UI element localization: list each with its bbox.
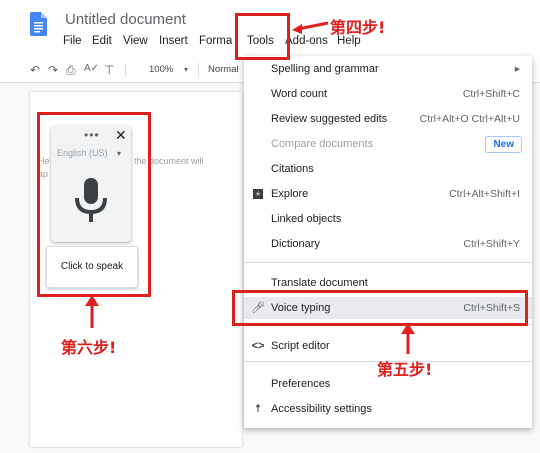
code-icon: <> <box>251 340 265 352</box>
menu-item-explore[interactable]: + Explore Ctrl+Alt+Shift+I <box>244 183 532 205</box>
menu-item-script-editor[interactable]: <> Script editor <box>244 335 532 357</box>
print-icon[interactable]: ⎙ <box>66 63 76 78</box>
explore-icon: + <box>251 183 265 205</box>
annotation-box-voice-typing <box>232 290 528 326</box>
menu-item-citations[interactable]: Citations <box>244 158 532 180</box>
annotation-arrow-icon <box>401 323 415 354</box>
annotation-box-tools <box>235 13 290 60</box>
menu-insert[interactable]: Insert <box>159 35 188 47</box>
annotation-step6: 第六步! <box>61 338 117 357</box>
spellcheck-icon[interactable]: A✓ <box>84 63 99 74</box>
annotation-box-voice-panel <box>37 112 151 297</box>
menu-format[interactable]: Forma <box>199 35 232 47</box>
annotation-step5: 第五步! <box>377 360 433 379</box>
submenu-arrow-icon: ▸ <box>514 63 520 75</box>
menu-edit[interactable]: Edit <box>92 35 112 47</box>
menu-divider <box>244 262 532 263</box>
menu-item-dictionary[interactable]: Dictionary Ctrl+Shift+Y <box>244 233 532 255</box>
toolbar-divider <box>198 63 199 77</box>
toolbar-divider <box>125 63 126 77</box>
menu-addons[interactable]: Add-ons <box>285 35 328 47</box>
menu-view[interactable]: View <box>123 35 148 47</box>
new-badge: New <box>485 136 522 153</box>
menu-file[interactable]: File <box>63 35 82 47</box>
zoom-select[interactable]: 100% <box>149 64 173 75</box>
undo-icon[interactable]: ↶ <box>30 63 40 77</box>
annotation-arrow-icon <box>85 295 99 328</box>
menu-item-spelling[interactable]: Spelling and grammar ▸ <box>244 58 532 80</box>
docs-logo-icon[interactable] <box>30 12 47 36</box>
menu-item-accessibility[interactable]: ☨ Accessibility settings <box>244 398 532 420</box>
annotation-step4: 第四步! <box>330 18 386 37</box>
menu-item-review-edits[interactable]: Review suggested edits Ctrl+Alt+O Ctrl+A… <box>244 108 532 130</box>
chevron-down-icon[interactable]: ▾ <box>184 65 188 74</box>
accessibility-icon: ☨ <box>255 403 261 415</box>
menu-item-word-count[interactable]: Word count Ctrl+Shift+C <box>244 83 532 105</box>
menu-item-linked-objects[interactable]: Linked objects <box>244 208 532 230</box>
redo-icon[interactable]: ↷ <box>48 63 58 77</box>
document-title[interactable]: Untitled document <box>65 11 186 28</box>
menu-item-compare-documents: Compare documents New <box>244 133 532 155</box>
style-select[interactable]: Normal <box>208 64 239 75</box>
annotation-arrow-icon <box>292 21 329 34</box>
paint-format-icon[interactable]: ⊤ <box>104 63 114 77</box>
